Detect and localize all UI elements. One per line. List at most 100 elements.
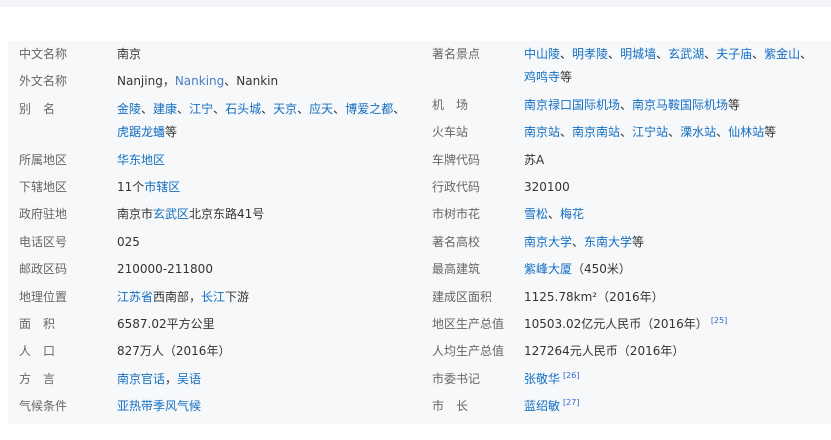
infobox-value: 11个市辖区 [117, 176, 418, 199]
infobox-value: 中山陵、明孝陵、明城墙、玄武湖、夫子庙、紫金山、鸡鸣寺等 [524, 43, 831, 90]
value-text: 320100 [524, 180, 570, 195]
value-link[interactable]: 明孝陵 [572, 47, 608, 61]
value-text: 025 [117, 234, 140, 249]
infobox-key: 著名高校 [432, 234, 481, 249]
value-text: 、 [608, 47, 621, 61]
value-link[interactable]: 紫峰大厦 [524, 262, 572, 276]
infobox-row: 别 名金陵、建康、江宁、石头城、天京、应天、博爱之都、虎踞龙蟠等 [8, 98, 418, 145]
infobox-key: 电话区号 [19, 234, 68, 249]
reference-link[interactable]: [25] [711, 316, 727, 325]
value-link[interactable]: 南京官话 [117, 372, 165, 386]
reference-link[interactable]: [27] [563, 398, 579, 407]
value-text: 、 [560, 47, 573, 61]
top-bar [0, 0, 831, 7]
infobox-value: 1125.78km²（2016年） [524, 286, 831, 309]
value-text: 等 [165, 125, 178, 140]
value-text: 、 [141, 101, 154, 116]
value-text: 、 [704, 47, 717, 61]
value-link[interactable]: 南京马鞍国际机场 [632, 98, 728, 112]
infobox-row: 著名高校 南京大学、东南大学等 [418, 231, 831, 254]
infobox-row: 外文名称 Nanjing，Nanking、Nankin [8, 70, 418, 93]
infobox-row: 市树市花 雪松、梅花 [418, 203, 831, 226]
infobox-row: 政府驻地 南京市玄武区北京东路41号 [8, 203, 418, 226]
value-text: 10503.02亿元人民币（2016年） [524, 317, 708, 332]
value-link[interactable]: 仙林站 [728, 125, 764, 139]
value-link[interactable]: 蓝绍敏 [524, 399, 560, 413]
infobox-row: 中文名称 南京 [8, 43, 418, 66]
value-link[interactable]: 江宁 [189, 102, 213, 116]
infobox-row: 车牌代码 苏A [418, 149, 831, 172]
value-link[interactable]: 南京禄口国际机场 [524, 98, 620, 112]
value-link[interactable]: 应天 [309, 102, 333, 116]
infobox-value: Nanjing，Nanking、Nankin [117, 70, 418, 93]
infobox-value: 南京官话，吴语 [117, 368, 418, 391]
value-text: 、 [297, 101, 310, 116]
value-text: 、 [261, 101, 274, 116]
infobox-row: 著名景点 中山陵、明孝陵、明城墙、玄武湖、夫子庙、紫金山、鸡鸣寺等 [418, 43, 831, 90]
value-link[interactable]: 江苏省 [117, 290, 153, 304]
infobox-value: 827万人（2016年） [117, 340, 418, 363]
value-text: 、 [620, 97, 633, 112]
value-link[interactable]: 中山陵 [524, 47, 560, 61]
value-text: 、 [668, 125, 681, 140]
infobox-key: 市 长 [432, 399, 469, 414]
reference-link[interactable]: [26] [563, 371, 579, 380]
value-link[interactable]: 博爱之都 [345, 102, 393, 116]
infobox-value: 南京禄口国际机场、南京马鞍国际机场等 [524, 94, 831, 117]
value-link[interactable]: Nanking [175, 74, 224, 88]
value-link[interactable]: 长江 [201, 290, 225, 304]
infobox-value: 320100 [524, 176, 831, 199]
value-text: 6587.02平方公里 [117, 317, 215, 332]
value-text: 等 [560, 70, 573, 85]
value-text: 苏A [524, 152, 545, 167]
value-link[interactable]: 建康 [153, 102, 177, 116]
value-link[interactable]: 石头城 [225, 102, 261, 116]
value-link[interactable]: 张敬华 [524, 372, 560, 386]
value-link[interactable]: 金陵 [117, 102, 141, 116]
infobox-row: 地区生产总值 10503.02亿元人民币（2016年） [25] [418, 313, 831, 336]
value-link[interactable]: 梅花 [560, 207, 584, 221]
value-text: 等 [632, 234, 645, 249]
value-link[interactable]: 南京站 [524, 125, 560, 139]
infobox-row: 电话区号 025 [8, 231, 418, 254]
infobox-row: 人 口 827万人（2016年） [8, 340, 418, 363]
value-link[interactable]: 吴语 [177, 372, 201, 386]
value-link[interactable]: 玄武区 [153, 207, 189, 221]
value-link[interactable]: 亚热带季风气候 [117, 399, 201, 413]
value-link[interactable]: 东南大学 [584, 235, 632, 249]
value-text: ， [165, 371, 178, 386]
value-text: Nanjing， [117, 74, 175, 89]
value-link[interactable]: 市辖区 [144, 180, 180, 194]
value-link[interactable]: 鸡鸣寺 [524, 70, 560, 84]
infobox-value: 南京市玄武区北京东路41号 [117, 203, 418, 226]
infobox-row: 人均生产总值 127264元人民币（2016年） [418, 340, 831, 363]
infobox-value: 苏A [524, 149, 831, 172]
value-text: 827万人（2016年） [117, 344, 231, 359]
infobox-key: 地理位置 [19, 289, 68, 304]
infobox-row: 机 场 南京禄口国际机场、南京马鞍国际机场等 [418, 94, 831, 117]
value-link[interactable]: 夫子庙 [716, 47, 752, 61]
value-text: 127264元人民币（2016年） [524, 344, 685, 359]
infobox-row: 建成区面积 1125.78km²（2016年） [418, 286, 831, 309]
value-text: （450米） [572, 262, 631, 277]
value-link[interactable]: 天京 [273, 102, 297, 116]
value-link[interactable]: 明城墙 [620, 47, 656, 61]
value-link[interactable]: 雪松 [524, 207, 548, 221]
value-text: 、 [393, 101, 406, 116]
value-text: 、 [548, 207, 561, 222]
value-link[interactable]: 华东地区 [117, 153, 165, 167]
infobox-key: 面 积 [19, 317, 56, 332]
infobox-key: 邮政区码 [19, 262, 68, 277]
value-text: 210000-211800 [117, 262, 213, 277]
value-link[interactable]: 南京大学 [524, 235, 572, 249]
infobox-key: 人均生产总值 [432, 344, 505, 359]
value-link[interactable]: 南京南站 [572, 125, 620, 139]
value-link[interactable]: 玄武湖 [668, 47, 704, 61]
infobox-right-column: 著名景点 中山陵、明孝陵、明城墙、玄武湖、夫子庙、紫金山、鸡鸣寺等机 场南京禄口国… [418, 43, 831, 423]
infobox-key: 外文名称 [19, 74, 68, 89]
infobox-key: 车牌代码 [432, 152, 481, 167]
value-link[interactable]: 江宁站 [632, 125, 668, 139]
value-link[interactable]: 虎踞龙蟠 [117, 125, 165, 139]
value-link[interactable]: 紫金山 [764, 47, 800, 61]
value-link[interactable]: 溧水站 [680, 125, 716, 139]
